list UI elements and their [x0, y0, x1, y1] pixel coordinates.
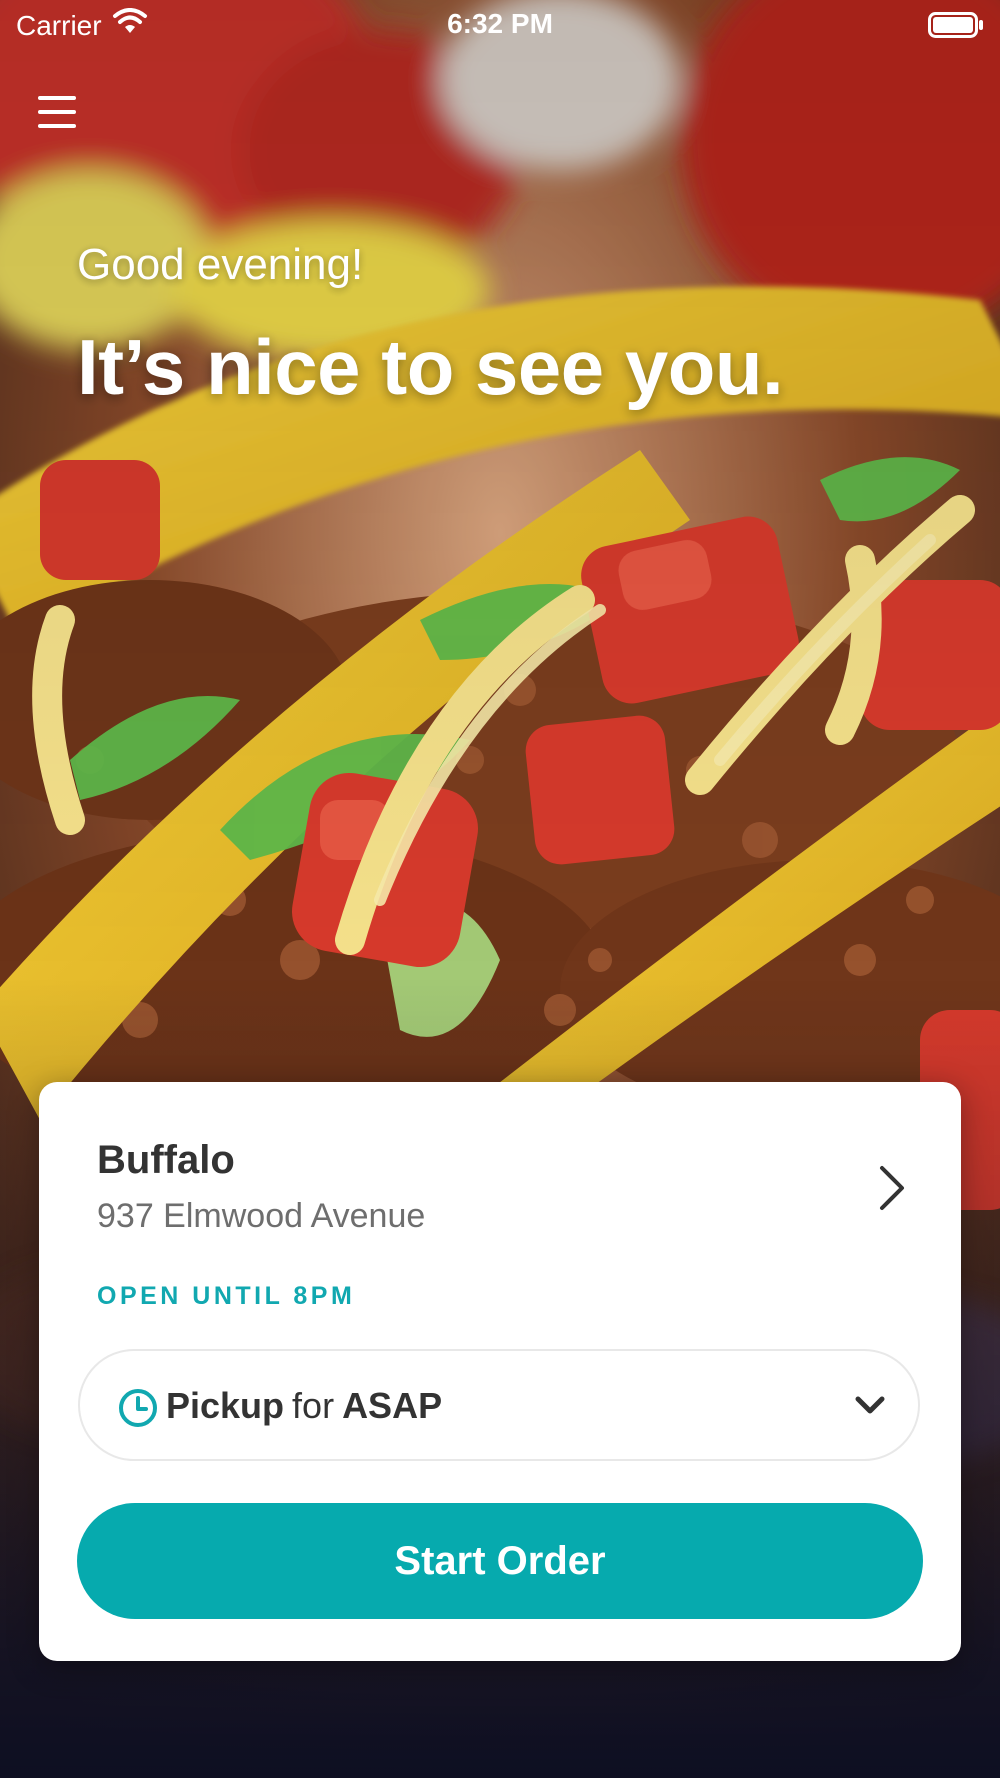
- chevron-down-icon: [855, 1395, 885, 1420]
- location-selector[interactable]: Buffalo 937 Elmwood Avenue: [39, 1082, 961, 1282]
- start-order-button[interactable]: Start Order: [77, 1503, 923, 1619]
- chevron-right-icon: [877, 1164, 907, 1217]
- clock-icon: [118, 1388, 158, 1433]
- battery-icon: [928, 12, 984, 45]
- welcome-headline: It’s nice to see you.: [77, 323, 784, 411]
- greeting-text: Good evening!: [77, 240, 364, 289]
- order-type-summary: Pickup for ASAP: [166, 1385, 442, 1427]
- order-time: ASAP: [342, 1385, 443, 1426]
- open-hours-status: OPEN UNTIL 8PM: [97, 1282, 356, 1310]
- order-type-dropdown[interactable]: Pickup for ASAP: [78, 1349, 920, 1461]
- order-connector: for: [292, 1385, 335, 1426]
- location-address: 937 Elmwood Avenue: [97, 1197, 426, 1235]
- status-bar: Carrier 6:32 PM: [0, 0, 1000, 50]
- status-time: 6:32 PM: [447, 8, 553, 39]
- order-method: Pickup: [166, 1385, 285, 1426]
- app-screen: Carrier 6:32 PM Good evening! It’s nice: [0, 0, 1000, 1778]
- hamburger-menu-icon[interactable]: [38, 94, 78, 134]
- order-card: Buffalo 937 Elmwood Avenue OPEN UNTIL 8P…: [39, 1082, 961, 1661]
- location-name: Buffalo: [97, 1138, 235, 1182]
